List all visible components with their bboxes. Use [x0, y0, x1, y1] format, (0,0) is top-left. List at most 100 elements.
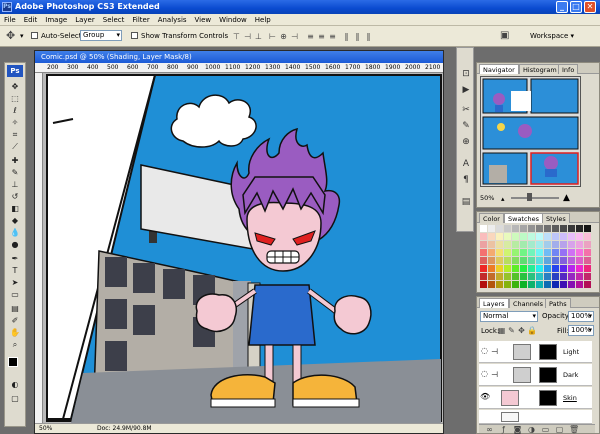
auto-select-checkbox[interactable] — [31, 32, 38, 39]
link-layers-icon[interactable]: ∞ — [485, 425, 494, 434]
color-swatch[interactable] — [488, 249, 495, 256]
menu-view[interactable]: View — [191, 14, 216, 26]
color-swatch[interactable] — [552, 233, 559, 240]
menu-help[interactable]: Help — [251, 14, 275, 26]
character-panel-icon[interactable]: A — [460, 158, 472, 170]
move-tool-preset-icon[interactable]: ✥ — [6, 30, 15, 41]
menu-image[interactable]: Image — [41, 14, 71, 26]
layer-comps-icon[interactable]: ▤ — [460, 196, 472, 208]
color-swatch[interactable] — [488, 233, 495, 240]
color-swatch[interactable] — [488, 281, 495, 288]
color-swatch[interactable] — [504, 241, 511, 248]
color-swatch[interactable] — [560, 233, 567, 240]
color-swatch[interactable] — [528, 225, 535, 232]
color-swatch[interactable] — [568, 273, 575, 280]
align-left-icon[interactable]: ⊢ — [268, 32, 277, 41]
color-swatch[interactable] — [520, 265, 527, 272]
color-swatch[interactable] — [480, 281, 487, 288]
color-swatch[interactable] — [584, 257, 591, 264]
color-swatch[interactable] — [576, 249, 583, 256]
foreground-color-swatch[interactable] — [8, 357, 18, 367]
crop-tool-icon[interactable]: ⌗ — [9, 129, 21, 140]
color-swatch[interactable] — [512, 225, 519, 232]
color-swatch[interactable] — [560, 249, 567, 256]
color-swatch[interactable] — [528, 257, 535, 264]
move-tool-icon[interactable]: ✥ — [9, 81, 21, 92]
color-swatch[interactable] — [552, 257, 559, 264]
color-swatch[interactable] — [584, 233, 591, 240]
layer-name[interactable]: Skin — [563, 394, 577, 402]
color-swatch[interactable] — [560, 225, 567, 232]
clone-stamp-tool-icon[interactable]: ⊥ — [9, 179, 21, 190]
color-swatch[interactable] — [504, 233, 511, 240]
color-swatch[interactable] — [520, 281, 527, 288]
paint-bucket-tool-icon[interactable]: ◆ — [9, 215, 21, 226]
color-swatch[interactable] — [568, 249, 575, 256]
tab-paths[interactable]: Paths — [545, 298, 571, 308]
tab-swatches[interactable]: Swatches — [504, 213, 544, 223]
minimize-button[interactable]: _ — [556, 1, 568, 13]
color-swatch[interactable] — [504, 225, 511, 232]
color-swatch[interactable] — [536, 233, 543, 240]
history-brush-tool-icon[interactable]: ↺ — [9, 191, 21, 202]
color-swatch[interactable] — [544, 257, 551, 264]
color-swatch[interactable] — [560, 257, 567, 264]
color-swatch[interactable] — [552, 265, 559, 272]
zoom-out-icon[interactable]: ▴ — [501, 195, 505, 203]
color-swatch[interactable] — [504, 273, 511, 280]
zoom-in-icon[interactable]: ▲ — [563, 193, 570, 203]
color-swatch[interactable] — [496, 225, 503, 232]
color-swatch[interactable] — [496, 273, 503, 280]
color-swatch[interactable] — [512, 273, 519, 280]
color-swatch[interactable] — [496, 265, 503, 272]
color-swatch[interactable] — [560, 265, 567, 272]
swatch-grid[interactable] — [480, 225, 592, 289]
color-swatch[interactable] — [488, 265, 495, 272]
color-swatch[interactable] — [552, 281, 559, 288]
color-swatch[interactable] — [528, 281, 535, 288]
color-swatch[interactable] — [504, 265, 511, 272]
quick-mask-icon[interactable]: ◐ — [9, 379, 21, 390]
color-swatch[interactable] — [512, 281, 519, 288]
color-swatch[interactable] — [552, 273, 559, 280]
align-middle-icon[interactable]: ⊣ — [243, 32, 252, 41]
layer-name[interactable]: Light — [563, 348, 579, 356]
workspace-button[interactable]: Workspace ▾ — [530, 32, 574, 40]
delete-layer-icon[interactable]: 🗑 — [569, 425, 579, 434]
color-swatch[interactable] — [488, 241, 495, 248]
color-swatch[interactable] — [584, 281, 591, 288]
color-swatch[interactable] — [496, 233, 503, 240]
layer-style-icon[interactable]: ƒ — [499, 425, 508, 434]
color-swatch[interactable] — [512, 241, 519, 248]
doc-size-readout[interactable]: Doc: 24.9M/90.8M — [97, 424, 152, 434]
color-swatch[interactable] — [496, 241, 503, 248]
color-swatch[interactable] — [480, 233, 487, 240]
layer-name[interactable]: Dark — [563, 371, 578, 379]
type-tool-icon[interactable]: T — [9, 265, 21, 276]
color-swatch[interactable] — [544, 265, 551, 272]
align-center-icon[interactable]: ⊕ — [279, 32, 288, 41]
tab-info[interactable]: Info — [558, 64, 579, 74]
color-swatch[interactable] — [568, 241, 575, 248]
tab-color[interactable]: Color — [479, 213, 504, 223]
color-swatch[interactable] — [520, 273, 527, 280]
layer-row[interactable]: 👁 Skin — [479, 387, 592, 409]
layer-row[interactable] — [479, 410, 592, 424]
color-swatch[interactable] — [480, 241, 487, 248]
color-swatch[interactable] — [512, 257, 519, 264]
align-bottom-icon[interactable]: ⊥ — [254, 32, 263, 41]
shape-tool-icon[interactable]: ▭ — [9, 289, 21, 300]
color-swatch[interactable] — [568, 225, 575, 232]
color-swatch[interactable] — [496, 281, 503, 288]
tab-histogram[interactable]: Histogram — [519, 64, 561, 74]
distribute-top-icon[interactable]: ≡ — [306, 32, 315, 41]
color-swatch[interactable] — [520, 241, 527, 248]
color-swatch[interactable] — [536, 265, 543, 272]
color-swatch[interactable] — [536, 225, 543, 232]
color-swatch[interactable] — [584, 265, 591, 272]
color-swatch[interactable] — [576, 257, 583, 264]
layer-row[interactable]: ◌ ⊣ Dark — [479, 364, 592, 386]
lock-image-icon[interactable]: ✎ — [507, 326, 516, 335]
color-swatch[interactable] — [512, 233, 519, 240]
color-swatch[interactable] — [488, 257, 495, 264]
